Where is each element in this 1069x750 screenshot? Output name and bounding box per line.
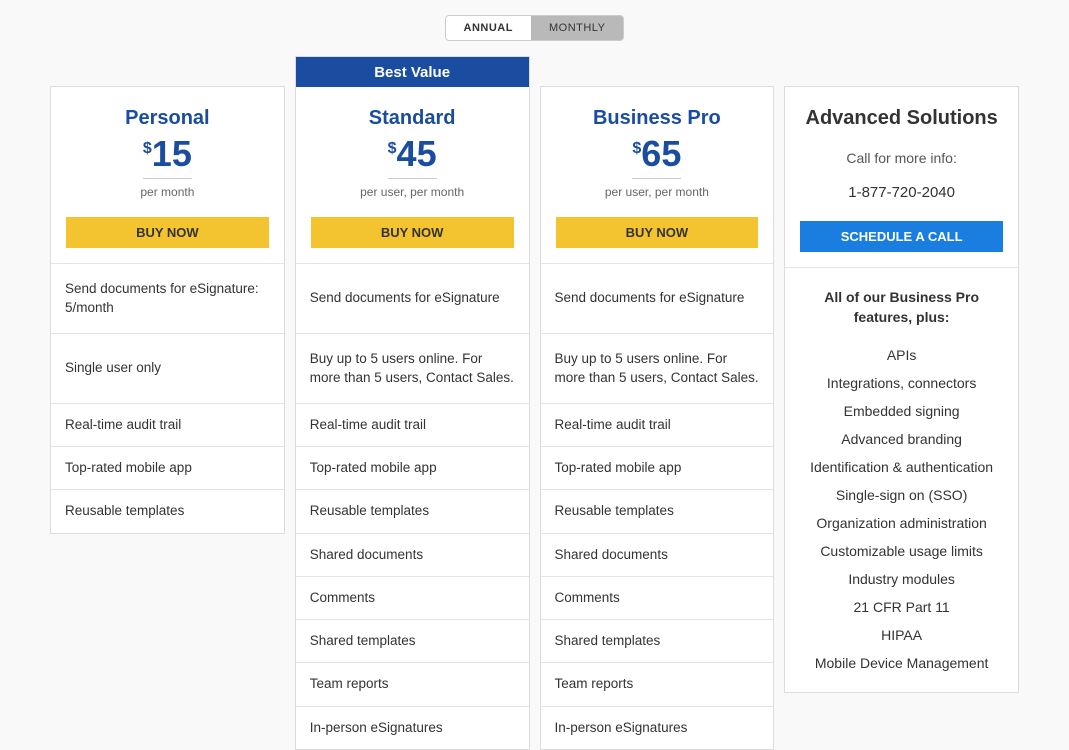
plan-feature: Real-time audit trail [296,404,529,447]
plan-feature: Buy up to 5 users online. For more than … [541,334,774,404]
plan-feature: Buy up to 5 users online. For more than … [296,334,529,404]
plan-name: Advanced Solutions [800,107,1003,130]
plan-feature: Organization administration [800,509,1003,537]
plan-advanced-solutions: Advanced Solutions Call for more info: 1… [784,86,1019,693]
plan-price: $45 [388,136,437,179]
buy-now-button[interactable]: BUY NOW [311,217,514,248]
plan-period: per user, per month [556,185,759,199]
plan-feature: APIs [800,341,1003,369]
schedule-call-button[interactable]: SCHEDULE A CALL [800,221,1003,252]
plan-feature: Shared documents [296,534,529,577]
plan-feature: In-person eSignatures [541,707,774,749]
toggle-annual[interactable]: ANNUAL [446,16,531,40]
plan-feature: Team reports [541,663,774,706]
plan-feature: Single user only [51,334,284,404]
plan-feature: Real-time audit trail [541,404,774,447]
pricing-plans: Personal $15 per month BUY NOW Send docu… [50,86,1019,750]
plan-feature: Shared documents [541,534,774,577]
plan-feature: Comments [541,577,774,620]
plan-feature: In-person eSignatures [296,707,529,749]
phone-number: 1-877-720-2040 [800,184,1003,201]
plan-feature: Top-rated mobile app [541,447,774,490]
plan-feature: Embedded signing [800,397,1003,425]
plan-feature: Reusable templates [541,490,774,533]
plan-feature: Reusable templates [51,490,284,532]
advanced-lead: All of our Business Pro features, plus: [800,288,1003,327]
buy-now-button[interactable]: BUY NOW [66,217,269,248]
plan-feature: Send documents for eSignature [296,264,529,334]
plan-feature: Single-sign on (SSO) [800,481,1003,509]
plan-business-pro: Business Pro $65 per user, per month BUY… [540,86,775,750]
plan-feature: Comments [296,577,529,620]
plan-feature: Real-time audit trail [51,404,284,447]
plan-standard: Best Value Standard $45 per user, per mo… [295,56,530,750]
call-info-label: Call for more info: [800,150,1003,166]
plan-feature: Reusable templates [296,490,529,533]
plan-feature: Integrations, connectors [800,369,1003,397]
plan-feature: Identification & authentication [800,453,1003,481]
buy-now-button[interactable]: BUY NOW [556,217,759,248]
toggle-monthly[interactable]: MONTHLY [531,16,623,40]
plan-feature: Top-rated mobile app [51,447,284,490]
plan-name: Personal [66,107,269,130]
plan-feature: Send documents for eSignature [541,264,774,334]
plan-feature: Advanced branding [800,425,1003,453]
plan-name: Standard [311,107,514,130]
plan-feature: Send documents for eSignature: 5/month [51,264,284,334]
plan-feature: Mobile Device Management [800,649,1003,677]
plan-feature: Top-rated mobile app [296,447,529,490]
plan-feature: Customizable usage limits [800,537,1003,565]
plan-feature: HIPAA [800,621,1003,649]
plan-price: $15 [143,136,192,179]
billing-toggle: ANNUAL MONTHLY [50,15,1019,41]
best-value-badge: Best Value [296,57,529,87]
plan-period: per month [66,185,269,199]
plan-personal: Personal $15 per month BUY NOW Send docu… [50,86,285,534]
plan-feature: Team reports [296,663,529,706]
plan-period: per user, per month [311,185,514,199]
plan-feature: Industry modules [800,565,1003,593]
plan-feature: 21 CFR Part 11 [800,593,1003,621]
plan-price: $65 [632,136,681,179]
plan-name: Business Pro [556,107,759,130]
